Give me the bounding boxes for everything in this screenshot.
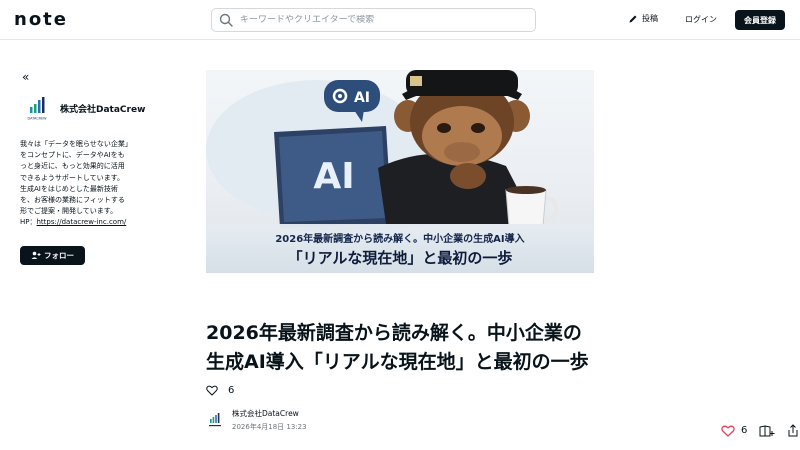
bar-chart-logo-icon: DATACREW <box>28 97 48 121</box>
share-icon[interactable] <box>787 424 799 437</box>
add-user-icon <box>31 251 41 259</box>
search-icon <box>219 13 233 27</box>
heart-icon[interactable] <box>206 385 218 396</box>
author-name[interactable]: 株式会社DataCrew <box>232 408 307 419</box>
hp-prefix: HP： <box>20 218 37 227</box>
coffee-mug <box>505 186 559 227</box>
floating-actions: 6 <box>721 424 799 437</box>
laptop-screen-text: AI <box>313 156 354 197</box>
author-byline[interactable]: 株式会社DataCrew 2026年4月18日 13:23 <box>206 408 307 432</box>
bar-chart-logo-icon <box>209 413 221 427</box>
hero-caption-line1: 2026年最新調査から読み解く。中小企業の生成AI導入 <box>275 234 525 245</box>
title-line2: 生成AI導入「リアルな現在地」と最初の一歩 <box>206 351 589 373</box>
bio-line: 形でご提案・開発しています。 <box>20 207 118 216</box>
heart-icon[interactable] <box>721 425 735 437</box>
logo-caption: DATACREW <box>28 117 48 121</box>
creator-bio: 我々は「データを眠らせない企業」 をコンセプトに、データやAIをも っと身近に、… <box>20 139 145 229</box>
bio-line: を、お客様の業務にフィットする <box>20 196 125 205</box>
bio-line: できるようサポートしています。 <box>20 173 124 182</box>
search-input[interactable] <box>240 15 520 25</box>
article-title: 2026年最新調査から読み解く。中小企業の 生成AI導入「リアルな現在地」と最初… <box>206 319 606 377</box>
creator-logo: DATACREW <box>22 95 52 121</box>
collapse-sidebar-icon[interactable]: « <box>22 70 29 84</box>
note-logo[interactable]: note <box>14 9 68 30</box>
publish-date: 2026年4月18日 13:23 <box>232 423 307 431</box>
article-hero-image: AI AI 2026年最新調査から読み解く。中小企業の生成AI導入 「リアルな現… <box>206 70 594 273</box>
login-button[interactable]: ログイン <box>685 14 717 25</box>
bio-line: 我々は「データを眠らせない企業」 <box>20 140 132 148</box>
title-line1: 2026年最新調査から読み解く。中小企業の <box>206 322 582 344</box>
post-button[interactable]: 投稿 <box>628 13 658 24</box>
bio-line: 生成AIをはじめとした最新技術 <box>20 184 118 193</box>
follow-button[interactable]: フォロー <box>20 246 85 265</box>
search-box[interactable] <box>211 8 536 32</box>
magazine-add-icon[interactable] <box>759 424 775 437</box>
like-count: 6 <box>228 385 235 396</box>
site-header: note 投稿 ログイン 会員登録 <box>0 0 800 40</box>
creator-name[interactable]: 株式会社DataCrew <box>60 102 145 115</box>
floating-like-count: 6 <box>741 425 748 436</box>
bubble-text: AI <box>354 90 370 106</box>
author-avatar[interactable] <box>206 412 224 428</box>
like-section[interactable]: 6 <box>206 385 234 396</box>
creator-profile[interactable]: DATACREW 株式会社DataCrew <box>22 95 145 121</box>
post-label: 投稿 <box>642 14 658 23</box>
bio-line: をコンセプトに、データやAIをも <box>20 151 125 160</box>
author-text: 株式会社DataCrew 2026年4月18日 13:23 <box>232 408 307 432</box>
signup-button[interactable]: 会員登録 <box>735 10 785 30</box>
follow-label: フォロー <box>44 251 74 260</box>
bio-line: っと身近に、もっと効果的に活用 <box>20 162 125 171</box>
hp-link[interactable]: https://datacrew-inc.com/ <box>37 218 127 226</box>
pencil-icon <box>629 15 637 22</box>
bio-hp-line: HP：https://datacrew-inc.com/ <box>20 217 145 228</box>
hero-caption-line2: 「リアルな現在地」と最初の一歩 <box>287 249 513 267</box>
